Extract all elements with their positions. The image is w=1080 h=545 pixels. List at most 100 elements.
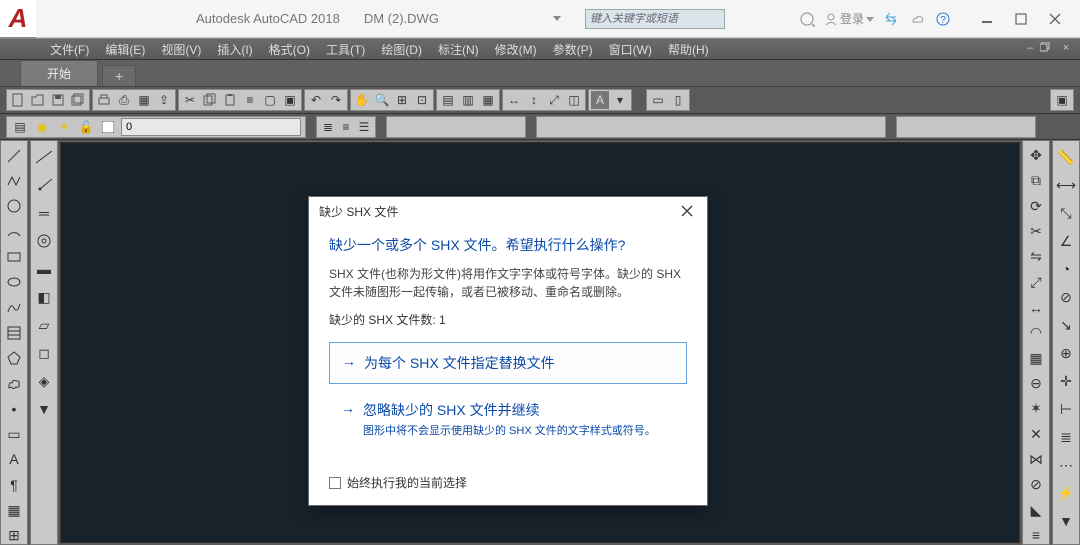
tab-new-button[interactable]: +	[102, 65, 136, 86]
menu-modify[interactable]: 修改(M)	[487, 39, 545, 59]
rotate-icon[interactable]: ⟳	[1026, 198, 1046, 215]
nav2-icon[interactable]: ⊡	[413, 91, 431, 109]
dim2-icon[interactable]: ↕	[525, 91, 543, 109]
always-checkbox[interactable]	[329, 477, 341, 489]
help-icon[interactable]: ?	[934, 10, 952, 28]
tab-start[interactable]: 开始	[20, 60, 98, 86]
maximize-button[interactable]	[1004, 7, 1038, 31]
exchange-icon[interactable]	[882, 10, 900, 28]
region-icon[interactable]: ▭	[4, 425, 24, 442]
dialog-option-ignore[interactable]: → 忽略缺少的 SHX 文件并继续 图形中将不会显示使用缺少的 SHX 文件的文…	[329, 394, 687, 444]
rectangle-icon[interactable]	[4, 248, 24, 265]
ray-icon[interactable]	[34, 175, 54, 195]
polygon-icon[interactable]	[4, 350, 24, 367]
child-minimize-button[interactable]: –	[1022, 42, 1038, 56]
child-restore-button[interactable]	[1040, 42, 1056, 56]
trim-icon[interactable]: ✂	[1026, 223, 1046, 240]
saveall-icon[interactable]	[69, 91, 87, 109]
dialog-option-specify[interactable]: → 为每个 SHX 文件指定替换文件	[329, 342, 687, 384]
solid-icon[interactable]: ▬	[34, 259, 54, 279]
layout3-icon[interactable]: ▦	[479, 91, 497, 109]
lt2-icon[interactable]: ≡	[339, 118, 353, 136]
infocenter-icon[interactable]	[798, 10, 816, 28]
text-draw-icon[interactable]: A	[4, 451, 24, 468]
bulb-icon[interactable]: ◉	[33, 118, 51, 136]
mline-icon[interactable]: ═	[34, 203, 54, 223]
rt1-icon[interactable]: ▣	[1053, 91, 1071, 109]
dialog-titlebar[interactable]: 缺少 SHX 文件	[309, 197, 707, 225]
properties-group[interactable]	[536, 116, 886, 138]
print-preview-icon[interactable]: ⎙	[115, 91, 133, 109]
dialog-close-button[interactable]	[677, 205, 697, 217]
publish-icon[interactable]: ⇪	[155, 91, 173, 109]
dim-aligned-icon[interactable]: ⤡	[1056, 203, 1076, 223]
center-icon[interactable]: ✛	[1056, 371, 1076, 391]
scale-icon[interactable]: ⤢	[1026, 274, 1046, 291]
dim4-icon[interactable]: ◫	[565, 91, 583, 109]
chamfer-icon[interactable]: ◣	[1026, 501, 1046, 518]
copy2-icon[interactable]: ⧉	[1026, 172, 1046, 189]
hatch-icon[interactable]	[4, 324, 24, 341]
nav-icon[interactable]: ⊞	[393, 91, 411, 109]
menu-format[interactable]: 格式(O)	[261, 39, 318, 59]
text-icon[interactable]: A	[591, 91, 609, 109]
boundary-icon[interactable]: ▱	[34, 315, 54, 335]
ordinate-icon[interactable]: ⊢	[1056, 399, 1076, 419]
fillet-icon[interactable]: ◠	[1026, 324, 1046, 341]
a360-icon[interactable]	[908, 10, 926, 28]
dim-angular-icon[interactable]: ∠	[1056, 231, 1076, 251]
pan-icon[interactable]: ✋	[353, 91, 371, 109]
new-file-icon[interactable]	[9, 91, 27, 109]
menu-parametric[interactable]: 参数(P)	[545, 39, 601, 59]
dimpanel-icon[interactable]: ▼	[1056, 511, 1076, 531]
paste-icon[interactable]	[221, 91, 239, 109]
sun-icon[interactable]: ☀	[55, 118, 73, 136]
point-icon[interactable]: •	[4, 400, 24, 417]
join-icon[interactable]: ⋈	[1026, 451, 1046, 468]
erase-icon[interactable]: ✕	[1026, 425, 1046, 442]
menu-draw[interactable]: 绘图(D)	[373, 39, 430, 59]
plot-icon[interactable]: ▦	[135, 91, 153, 109]
open-file-icon[interactable]	[29, 91, 47, 109]
block-icon[interactable]: ▢	[261, 91, 279, 109]
menu-file[interactable]: 文件(F)	[42, 39, 97, 59]
drawpanel-icon[interactable]: ▼	[34, 399, 54, 419]
layer-dropdown[interactable]: 0	[121, 118, 301, 136]
align-icon[interactable]: ≡	[1026, 527, 1046, 544]
search-input[interactable]: 键入关键字或短语	[585, 9, 725, 29]
qdim-icon[interactable]: ⚡	[1056, 483, 1076, 503]
continue-icon[interactable]: ⋯	[1056, 455, 1076, 475]
extra2-icon[interactable]: ▯	[669, 91, 687, 109]
minimize-button[interactable]	[970, 7, 1004, 31]
layout2-icon[interactable]: ▥	[459, 91, 477, 109]
print-icon[interactable]	[95, 91, 113, 109]
donut-icon[interactable]	[34, 231, 54, 251]
leader-icon[interactable]: ↘	[1056, 315, 1076, 335]
menu-insert[interactable]: 插入(I)	[209, 39, 260, 59]
wipeout-icon[interactable]: ◻	[34, 343, 54, 363]
layout1-icon[interactable]: ▤	[439, 91, 457, 109]
polyline-icon[interactable]	[4, 172, 24, 189]
stretch-icon[interactable]: ↔	[1026, 299, 1046, 316]
text-dd-icon[interactable]: ▾	[611, 91, 629, 109]
lt3-icon[interactable]: ☰	[357, 118, 371, 136]
tolerance-icon[interactable]: ⊕	[1056, 343, 1076, 363]
lock-icon[interactable]: 🔓	[77, 118, 95, 136]
child-close-button[interactable]: ×	[1058, 42, 1074, 56]
dim-dia-icon[interactable]: ⊘	[1056, 287, 1076, 307]
extra1-icon[interactable]: ▭	[649, 91, 667, 109]
dim1-icon[interactable]: ↔	[505, 91, 523, 109]
table-icon[interactable]: ▦	[4, 501, 24, 518]
spline-icon[interactable]	[4, 299, 24, 316]
login-button[interactable]: 登录	[824, 10, 874, 27]
menu-edit[interactable]: 编辑(E)	[97, 39, 153, 59]
array-icon[interactable]: ▦	[1026, 350, 1046, 367]
explode-icon[interactable]: ✶	[1026, 400, 1046, 417]
dim-linear-icon[interactable]: ⟷	[1056, 175, 1076, 195]
redo-icon[interactable]: ↷	[327, 91, 345, 109]
cut-icon[interactable]: ✂	[181, 91, 199, 109]
cloud-icon[interactable]	[4, 375, 24, 392]
baseline-icon[interactable]: ≣	[1056, 427, 1076, 447]
layer-state-icon[interactable]: ▤	[11, 118, 29, 136]
menu-tools[interactable]: 工具(T)	[318, 39, 373, 59]
